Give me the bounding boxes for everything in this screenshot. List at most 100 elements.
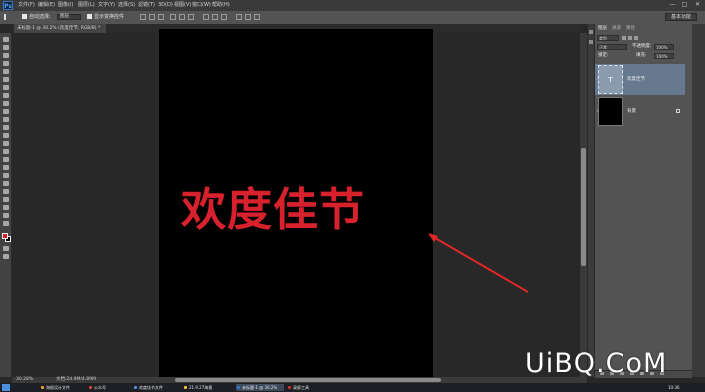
brush-tool[interactable] bbox=[3, 93, 9, 98]
menu-file[interactable]: 文件(F) bbox=[18, 1, 35, 10]
taskbar-item-photoshop[interactable]: 未标题-1 @ 30.2% bbox=[236, 384, 284, 391]
move-tool[interactable] bbox=[3, 37, 9, 42]
eraser-tool[interactable] bbox=[3, 117, 9, 122]
distribute-bottom-icon[interactable] bbox=[221, 14, 227, 20]
zoom-tool[interactable] bbox=[3, 189, 9, 194]
filter-text-icon[interactable] bbox=[634, 36, 638, 40]
taskbar-item-2-label: 公众号 bbox=[94, 385, 106, 390]
note-tool[interactable] bbox=[3, 221, 9, 226]
distribute-left-icon[interactable] bbox=[236, 14, 242, 20]
lasso-tool[interactable] bbox=[3, 53, 9, 58]
gradient-tool[interactable] bbox=[3, 125, 9, 130]
align-top-icon[interactable] bbox=[140, 14, 146, 20]
clone-stamp-tool[interactable] bbox=[3, 101, 9, 106]
background-layer-thumbnail bbox=[598, 97, 623, 126]
healing-brush-tool[interactable] bbox=[3, 85, 9, 90]
hand-tool[interactable] bbox=[3, 181, 9, 186]
layer-name-text[interactable]: 欢度佳节 bbox=[627, 77, 645, 83]
menu-3d[interactable]: 3D(D) bbox=[158, 1, 173, 10]
menu-image[interactable]: 图像(I) bbox=[58, 1, 73, 10]
layer-kind-filter[interactable]: 类型 bbox=[597, 35, 619, 41]
align-middle-icon[interactable] bbox=[149, 14, 155, 20]
align-bottom-icon[interactable] bbox=[158, 14, 164, 20]
document-tab[interactable]: 未标题-1 @ 30.2% (欢度佳节, RGB/8) * bbox=[14, 24, 106, 33]
eyedropper-tool[interactable] bbox=[3, 77, 9, 82]
close-button[interactable]: ✕ bbox=[693, 1, 702, 9]
distribute-right-icon[interactable] bbox=[254, 14, 260, 20]
taskbar-item-photoshop-label: 未标题-1 @ 30.2% bbox=[242, 385, 278, 390]
text-layer-thumbnail: T bbox=[598, 65, 623, 94]
taskbar-item-6[interactable]: 录屏工具 bbox=[287, 384, 331, 391]
align-left-icon[interactable] bbox=[170, 14, 176, 20]
screen-mode-button[interactable] bbox=[3, 254, 9, 259]
opacity-field[interactable]: 100% bbox=[654, 44, 674, 50]
canvas-headline-text[interactable]: 欢度佳节 bbox=[181, 180, 365, 240]
taskbar-item-1-label: 海报设计文件 bbox=[46, 385, 70, 390]
menu-help[interactable]: 帮助(H) bbox=[212, 1, 230, 10]
crop-tool[interactable] bbox=[3, 69, 9, 74]
quick-mask-button[interactable] bbox=[3, 246, 9, 251]
taskbar-item-photoshop-icon bbox=[237, 386, 240, 389]
menu-filter[interactable]: 滤镜(T) bbox=[138, 1, 155, 10]
distribute-top-icon[interactable] bbox=[203, 14, 209, 20]
lock-icon bbox=[676, 109, 680, 113]
menu-layer[interactable]: 图层(L) bbox=[78, 1, 95, 10]
marquee-tool[interactable] bbox=[3, 45, 9, 50]
menu-edit[interactable]: 编辑(E) bbox=[38, 1, 55, 10]
move-tool-icon[interactable] bbox=[4, 14, 10, 20]
minimize-button[interactable]: — bbox=[668, 1, 677, 9]
workspace-dropdown[interactable]: 基本功能 bbox=[665, 13, 697, 21]
auto-select-checkbox[interactable] bbox=[22, 14, 27, 19]
menu-window[interactable]: 窗口(W) bbox=[192, 1, 211, 10]
lock-label: 锁定: bbox=[598, 53, 609, 58]
dodge-tool[interactable] bbox=[3, 141, 9, 146]
shape-tool[interactable] bbox=[3, 173, 9, 178]
filter-adjustment-icon[interactable] bbox=[628, 36, 632, 40]
show-transform-label: 显示变换控件 bbox=[94, 14, 125, 20]
pen-tool[interactable] bbox=[3, 149, 9, 154]
fill-field[interactable]: 100% bbox=[654, 53, 674, 59]
quick-select-tool[interactable] bbox=[3, 61, 9, 66]
tab-paths[interactable]: 路径 bbox=[626, 26, 635, 32]
show-transform-checkbox[interactable] bbox=[87, 14, 92, 19]
fill-label: 填充: bbox=[636, 53, 647, 58]
taskbar-item-2[interactable]: 公众号 bbox=[88, 384, 130, 391]
history-brush-tool[interactable] bbox=[3, 109, 9, 114]
history-panel-icon[interactable] bbox=[589, 30, 593, 34]
menu-select[interactable]: 选择(S) bbox=[118, 1, 135, 10]
rotate-view-tool[interactable] bbox=[3, 213, 9, 218]
edit-toolbar[interactable] bbox=[3, 205, 9, 210]
layer-name-background[interactable]: 背景 bbox=[627, 109, 636, 115]
tab-channels[interactable]: 通道 bbox=[612, 26, 621, 32]
taskbar-item-3-label: 欢度佳节文件 bbox=[139, 385, 163, 390]
blend-mode-dropdown[interactable]: 正常 bbox=[597, 44, 627, 50]
taskbar-item-2-icon bbox=[89, 386, 92, 389]
type-tool[interactable] bbox=[3, 157, 9, 162]
taskbar-item-6-icon bbox=[288, 386, 291, 389]
horizontal-scroll-thumb[interactable] bbox=[175, 378, 441, 382]
taskbar-item-4[interactable]: 21.9.27海报 bbox=[183, 384, 233, 391]
filter-pixel-icon[interactable] bbox=[622, 36, 626, 40]
properties-panel-icon[interactable] bbox=[589, 40, 593, 44]
auto-select-dropdown[interactable]: 图层 bbox=[57, 14, 81, 20]
panel-scrollbar[interactable] bbox=[692, 24, 705, 377]
foreground-color-swatch[interactable] bbox=[2, 233, 8, 239]
auto-select-label: 自动选择: bbox=[29, 14, 51, 20]
extra-tools[interactable] bbox=[3, 197, 9, 202]
path-selection-tool[interactable] bbox=[3, 165, 9, 170]
distribute-center-icon[interactable] bbox=[245, 14, 251, 20]
maximize-button[interactable]: □ bbox=[680, 1, 689, 9]
distribute-middle-icon[interactable] bbox=[212, 14, 218, 20]
taskbar-item-1[interactable]: 海报设计文件 bbox=[40, 384, 86, 391]
photoshop-logo: Ps bbox=[3, 1, 13, 10]
tab-layers[interactable]: 图层 bbox=[598, 26, 607, 32]
align-right-icon[interactable] bbox=[188, 14, 194, 20]
align-center-icon[interactable] bbox=[179, 14, 185, 20]
vertical-scroll-thumb[interactable] bbox=[581, 148, 586, 266]
menu-type[interactable]: 文字(Y) bbox=[98, 1, 115, 10]
blur-tool[interactable] bbox=[3, 133, 9, 138]
menu-view[interactable]: 视图(V) bbox=[174, 1, 191, 10]
taskbar-item-3[interactable]: 欢度佳节文件 bbox=[133, 384, 181, 391]
opacity-label: 不透明度: bbox=[632, 44, 652, 49]
start-button-icon[interactable] bbox=[2, 384, 10, 391]
